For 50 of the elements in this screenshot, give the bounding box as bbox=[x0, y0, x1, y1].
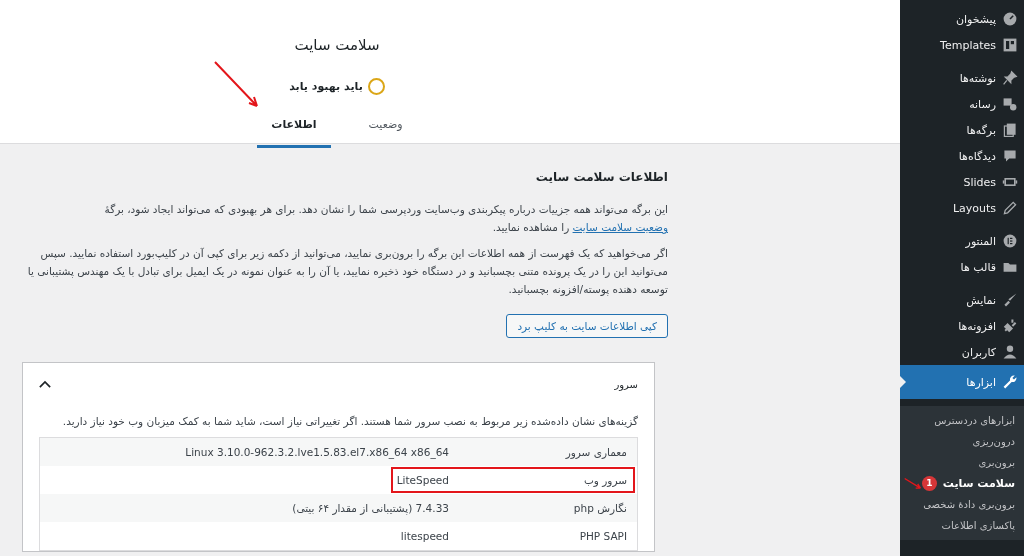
submenu-item[interactable]: برون‌بری bbox=[900, 452, 1024, 473]
media-icon bbox=[1002, 96, 1018, 112]
layout-icon bbox=[1002, 37, 1018, 53]
sidebar-item[interactable]: ابزارها bbox=[900, 365, 1024, 399]
wrench-icon bbox=[1002, 374, 1018, 390]
intro-paragraph: این برگه می‌تواند همه جزییات درباره پیکربندی وب‌سایت وردپرسی شما را نشان دهد. برای هر بهبودی که می‌تواند ایجاد شود، برگهٔ وضعیت سلامت سایت را مشاهده نمایید. bbox=[103, 202, 668, 236]
table-cell-text: PHP SAPI bbox=[578, 530, 628, 542]
status-label: باید بهبود یابد bbox=[289, 79, 363, 93]
submenu-item[interactable]: درون‌ریزی bbox=[900, 431, 1024, 452]
submenu-item[interactable]: ابزارهای دردسترس bbox=[900, 410, 1024, 431]
sidebar-item[interactable]: دیدگاه‌ها bbox=[900, 143, 1024, 169]
tab[interactable]: وضعیت bbox=[354, 108, 417, 148]
table-cell: Linux 3.10.0-962.3.2.lve1.5.83.el7.x86_64 x86_64 bbox=[185, 446, 449, 458]
comment-icon bbox=[1002, 148, 1018, 164]
sidebar-item[interactable]: قالب ها bbox=[900, 254, 1024, 280]
panel-description: گزینه‌های نشان داده‌شده زیر مربوط به نصب سرور شما هستند. اگر تغییراتی نیاز است، شاید شما به کمک میزبان وب خود نیاز دارید. bbox=[61, 415, 638, 427]
export-paragraph: اگر می‌خواهید که یک فهرست از همه اطلاعات این برگه را برون‌بری نمایید، می‌توانید از دکمه زیر برای کپی آن در کلیپ‌بورد استفاده نمایید. سپس می‌توانید این را در یک پرونده متنی بچسبانید و در دستگاه خود ذخیره نمایید، یا آن را به عنوان نمونه در یک ایمیل برای تبادل با یک مهندس پشتیبانی یا توسعه دهنده پوسته/افزونه بچسبانید. bbox=[26, 246, 668, 298]
pin-icon bbox=[1002, 70, 1018, 86]
status-link[interactable]: وضعیت سلامت سایت bbox=[572, 221, 668, 233]
pages-icon bbox=[1002, 122, 1018, 138]
copy-button[interactable]: کپی اطلاعات سایت به کلیپ برد bbox=[506, 314, 668, 338]
sidebar-item[interactable]: Layouts bbox=[900, 195, 1024, 221]
sidebar-item[interactable]: المنتور bbox=[900, 228, 1024, 254]
sidebar-item[interactable]: Slides bbox=[900, 169, 1024, 195]
sidebar-item[interactable]: افزونه‌ها bbox=[900, 313, 1024, 339]
sidebar-item[interactable]: برگه‌ها bbox=[900, 117, 1024, 143]
chevron-up-icon[interactable] bbox=[39, 379, 51, 389]
tab[interactable]: اطلاعات bbox=[257, 108, 331, 148]
table-cell-text: معماری سرور bbox=[564, 446, 628, 458]
sidebar-item[interactable]: کاربران bbox=[900, 339, 1024, 365]
sidebar-item[interactable]: رسانه bbox=[900, 91, 1024, 117]
sidebar-item[interactable]: نوشته‌ها bbox=[900, 65, 1024, 91]
table-cell-text: سرور وب bbox=[582, 474, 628, 486]
page-title: سلامت سایت bbox=[294, 36, 380, 54]
pencil-icon bbox=[1002, 200, 1018, 216]
user-icon bbox=[1002, 344, 1018, 360]
table-cell: 7.4.33 (پشتیبانی از مقدار ۶۴ بیتی) bbox=[292, 502, 449, 514]
gauge-icon bbox=[1002, 11, 1018, 27]
table-cell-text: نگارش php bbox=[572, 502, 628, 514]
brush-icon bbox=[1002, 292, 1018, 308]
submenu-item[interactable]: برون‌بری دادهٔ شخصی bbox=[900, 494, 1024, 515]
table-cell: LiteSpeed bbox=[396, 474, 449, 486]
count-badge: 1 bbox=[921, 476, 937, 491]
sidebar-item[interactable]: نمایش bbox=[900, 287, 1024, 313]
section-heading: اطلاعات سلامت سایت bbox=[534, 170, 668, 184]
submenu-item[interactable]: پاکسازی اطلاعات bbox=[900, 515, 1024, 536]
table-cell: litespeed bbox=[400, 530, 449, 542]
panel-title: سرور bbox=[614, 378, 638, 390]
sidebar-item[interactable]: Templates bbox=[900, 32, 1024, 58]
sidebar-item[interactable]: پیشخوان bbox=[900, 6, 1024, 32]
